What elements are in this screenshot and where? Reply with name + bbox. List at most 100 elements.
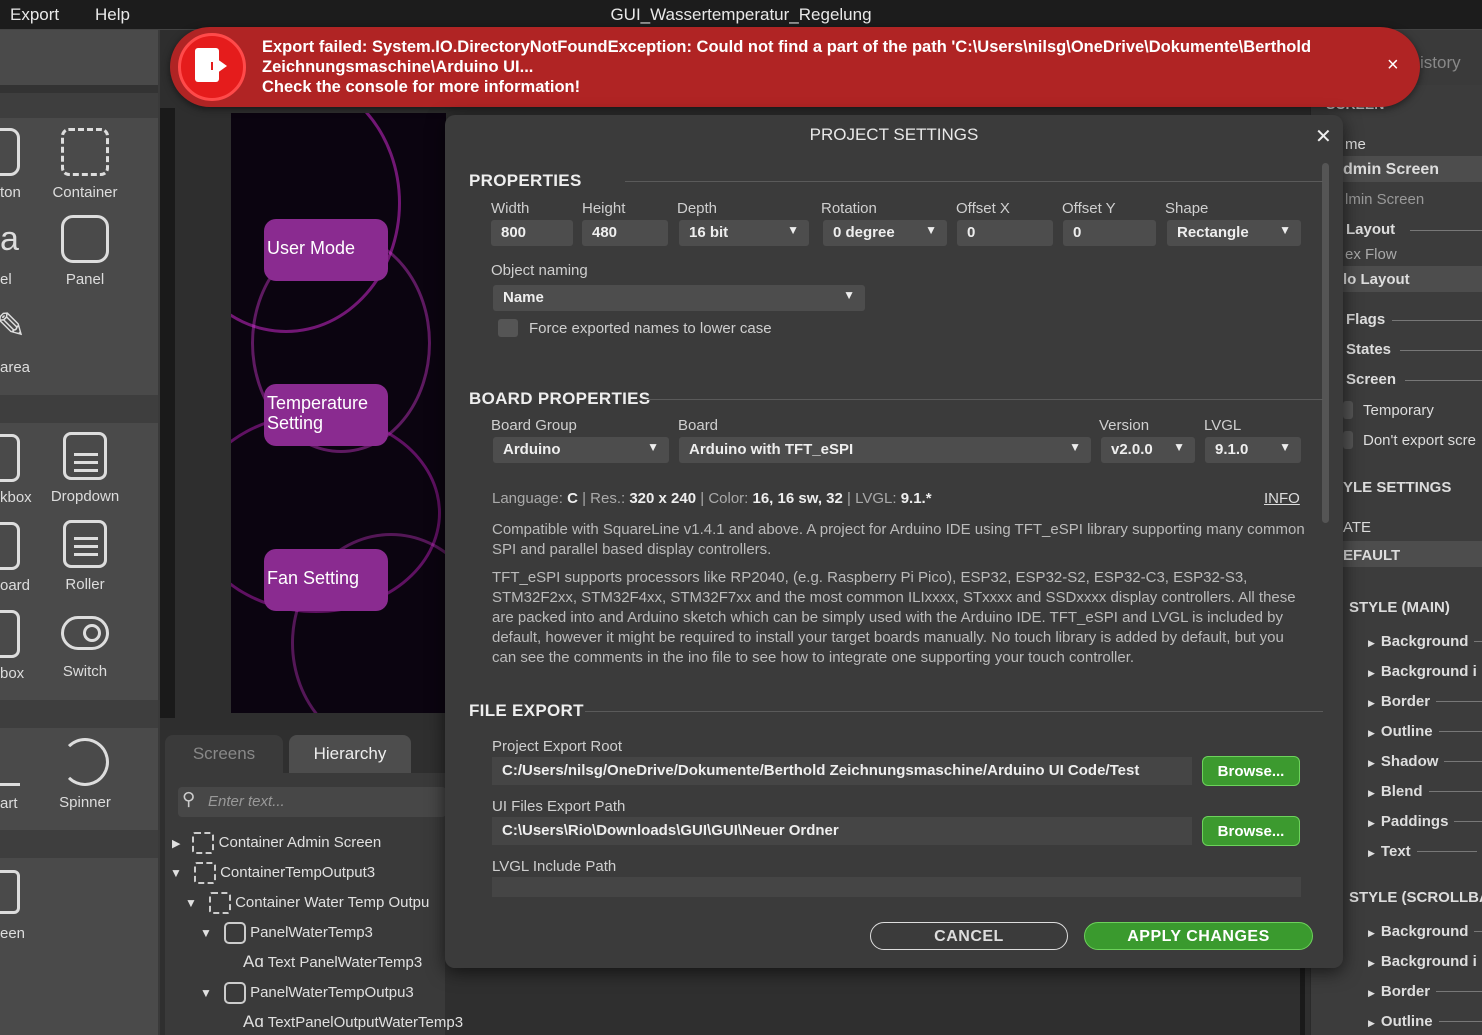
style-property-label: Background i bbox=[1380, 663, 1477, 680]
style-property-row[interactable]: ▶ Blend bbox=[1368, 783, 1482, 805]
style-property-label: Shadow bbox=[1380, 753, 1439, 770]
widget-checkbox[interactable]: kbox bbox=[0, 432, 50, 512]
widget-screen[interactable]: een bbox=[0, 868, 50, 948]
widget-label: Dropdown bbox=[50, 488, 120, 505]
widget-textarea[interactable]: ✎ area bbox=[0, 303, 50, 383]
hierarchy-row[interactable]: ▼ Container Water Temp Outpu bbox=[185, 892, 445, 914]
shape-select[interactable]: Rectangle ▼ bbox=[1167, 220, 1301, 246]
style-property-row[interactable]: ▶ Shadow bbox=[1368, 753, 1482, 775]
widget-roller[interactable]: Roller bbox=[50, 520, 120, 600]
height-input[interactable]: 480 bbox=[582, 220, 668, 246]
flags-label[interactable]: Flags bbox=[1346, 311, 1385, 328]
preview-fan-button[interactable]: Fan Setting bbox=[264, 549, 388, 611]
style-property-row[interactable]: ▶ Border bbox=[1368, 693, 1482, 715]
screen-label[interactable]: Screen bbox=[1346, 371, 1396, 388]
container-icon bbox=[193, 862, 216, 884]
widget-container[interactable]: Container bbox=[50, 128, 120, 208]
hierarchy-row[interactable]: ▼ ContainerTempOutput3 bbox=[170, 862, 375, 884]
widget-keyboard[interactable]: oard bbox=[0, 520, 50, 600]
widget-spinbox[interactable]: box bbox=[0, 608, 50, 688]
temporary-checkbox[interactable] bbox=[1343, 401, 1353, 419]
lvgl-include-path-input[interactable] bbox=[492, 877, 1301, 897]
rotation-label: Rotation bbox=[821, 200, 877, 217]
pencil-icon: ✎ bbox=[0, 305, 27, 346]
depth-value: 16 bit bbox=[689, 224, 729, 241]
style-settings-heading: YLE SETTINGS bbox=[1343, 479, 1452, 496]
version-select[interactable]: v2.0.0 ▼ bbox=[1101, 437, 1195, 463]
board-group-select[interactable]: Arduino ▼ bbox=[493, 437, 669, 463]
browse-export-root-button[interactable]: Browse... bbox=[1202, 756, 1300, 786]
object-naming-value: Name bbox=[503, 289, 544, 306]
preview-user-mode-button[interactable]: User Mode bbox=[264, 219, 388, 281]
widget-chart[interactable]: art bbox=[0, 738, 50, 818]
divider bbox=[1405, 380, 1482, 381]
style-property-row[interactable]: ▶ Text bbox=[1368, 843, 1482, 865]
rotation-select[interactable]: 0 degree ▼ bbox=[823, 220, 947, 246]
state-value: EFAULT bbox=[1343, 547, 1401, 564]
lvgl-select[interactable]: 9.1.0 ▼ bbox=[1205, 437, 1301, 463]
dont-export-checkbox[interactable] bbox=[1343, 431, 1353, 449]
style-property-row[interactable]: ▶ Border bbox=[1368, 983, 1482, 1005]
hierarchy-row[interactable]: Aɑ Text PanelWaterTemp3 bbox=[243, 952, 422, 972]
version-value: v2.0.0 bbox=[1111, 441, 1153, 458]
row-label: Container Admin Screen bbox=[218, 833, 382, 851]
widget-switch[interactable]: Switch bbox=[50, 608, 120, 688]
dialog-close-icon[interactable]: ✕ bbox=[1315, 124, 1332, 149]
spec-value: 320 x 240 bbox=[629, 490, 697, 507]
widget-label: Switch bbox=[62, 663, 108, 680]
spec-value: C bbox=[567, 490, 578, 507]
dialog-scrollbar[interactable] bbox=[1322, 163, 1329, 523]
cancel-button[interactable]: CANCEL bbox=[870, 922, 1068, 950]
style-property-row[interactable]: ▶ Background bbox=[1368, 633, 1482, 655]
layout-value: lo Layout bbox=[1343, 271, 1410, 288]
board-description-details: TFT_eSPI supports processors like RP2040… bbox=[492, 569, 1296, 666]
row-label: TextPanelOutputWaterTemp3 bbox=[267, 1014, 464, 1031]
widget-panel-tool[interactable]: Panel bbox=[50, 215, 120, 295]
object-naming-select[interactable]: Name ▼ bbox=[493, 285, 865, 311]
preview-temperature-button[interactable]: Temperature Setting bbox=[264, 384, 388, 446]
toast-close-icon[interactable]: × bbox=[1387, 54, 1399, 77]
depth-select[interactable]: 16 bit ▼ bbox=[679, 220, 809, 246]
board-select[interactable]: Arduino with TFT_eSPI ▼ bbox=[679, 437, 1091, 463]
tab-hierarchy[interactable]: Hierarchy bbox=[289, 735, 411, 773]
divider bbox=[1436, 991, 1482, 993]
widget-label-tool[interactable]: a el bbox=[0, 215, 50, 295]
spinbox-icon bbox=[0, 610, 20, 658]
offset-y-input[interactable]: 0 bbox=[1063, 220, 1156, 246]
tab-history[interactable]: istory bbox=[1420, 53, 1461, 73]
search-input[interactable]: Enter text... bbox=[208, 793, 285, 810]
browse-ui-path-button[interactable]: Browse... bbox=[1202, 816, 1300, 846]
apply-changes-button[interactable]: APPLY CHANGES bbox=[1084, 922, 1313, 950]
style-property-row[interactable]: ▶ Outline bbox=[1368, 1013, 1482, 1035]
hierarchy-row[interactable]: ▼ PanelWaterTemp3 bbox=[200, 922, 373, 944]
widget-button[interactable]: ton bbox=[0, 128, 50, 208]
tab-screens[interactable]: Screens bbox=[165, 735, 283, 773]
depth-label: Depth bbox=[677, 200, 718, 217]
hierarchy-row[interactable]: ▶ Container Admin Screen bbox=[172, 832, 381, 854]
export-root-input[interactable]: C:/Users/nilsg/OneDrive/Dokumente/Bertho… bbox=[492, 757, 1192, 785]
button-icon bbox=[0, 128, 20, 176]
offset-x-input[interactable]: 0 bbox=[957, 220, 1053, 246]
screen-preview[interactable]: User Mode Temperature Setting Fan Settin… bbox=[231, 113, 446, 713]
divider bbox=[1438, 1021, 1482, 1023]
style-property-row[interactable]: ▶ Outline bbox=[1368, 723, 1482, 745]
hierarchy-search[interactable]: ⚲ Enter text... bbox=[178, 787, 446, 817]
widget-group-header bbox=[0, 700, 158, 728]
hierarchy-row[interactable]: ▼ PanelWaterTempOutpu3 bbox=[200, 982, 414, 1004]
widget-spinner[interactable]: Spinner bbox=[50, 738, 120, 818]
temporary-label: Temporary bbox=[1363, 402, 1434, 419]
style-property-row[interactable]: ▶ Background i bbox=[1368, 663, 1482, 685]
style-property-row[interactable]: ▶ Background bbox=[1368, 923, 1482, 945]
info-link[interactable]: INFO bbox=[1264, 490, 1300, 507]
force-lowercase-checkbox[interactable] bbox=[498, 319, 518, 337]
expand-down-icon: ▼ bbox=[200, 925, 212, 940]
widget-dropdown[interactable]: Dropdown bbox=[50, 432, 120, 512]
style-property-row[interactable]: ▶ Paddings bbox=[1368, 813, 1482, 835]
states-label[interactable]: States bbox=[1346, 341, 1391, 358]
style-property-row[interactable]: ▶ Background i bbox=[1368, 953, 1482, 975]
width-input[interactable]: 800 bbox=[491, 220, 573, 246]
ui-export-path-input[interactable]: C:\Users\Rio\Downloads\GUI\GUI\Neuer Ord… bbox=[492, 817, 1192, 845]
layout-label: Layout bbox=[1346, 221, 1396, 238]
widget-group-header bbox=[0, 830, 158, 858]
hierarchy-row[interactable]: Aɑ TextPanelOutputWaterTemp3 bbox=[243, 1012, 463, 1032]
